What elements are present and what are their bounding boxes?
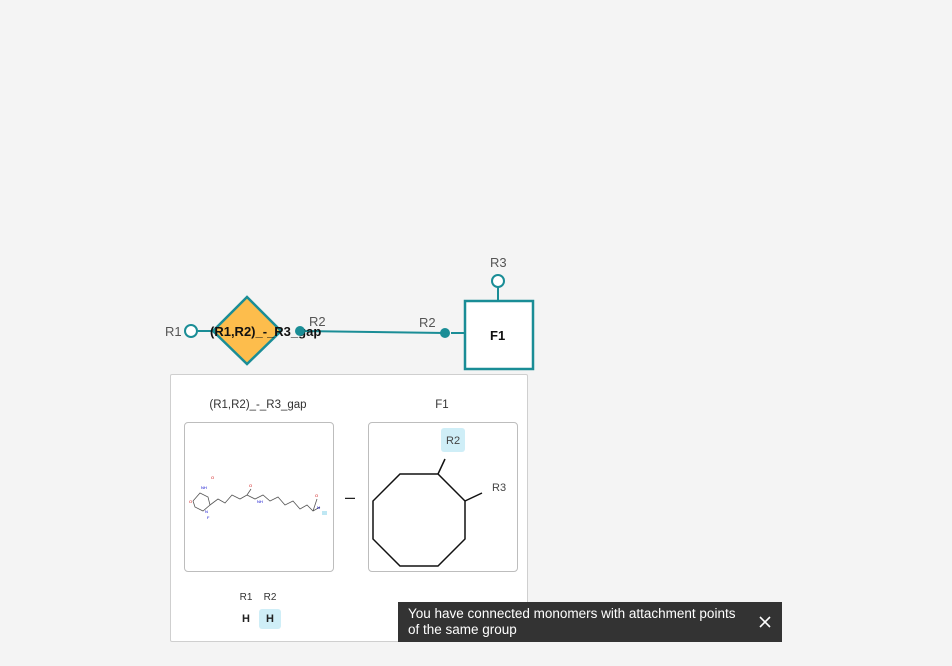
attachment-label-r1: R1 [165,324,182,339]
bond-line[interactable] [299,330,446,334]
structure-r3-label: R3 [492,482,506,494]
attachment-label-r3: R3 [490,255,507,270]
right-monomer-title: F1 [435,399,449,411]
toast-message: You have connected monomers with attachm… [408,606,736,637]
attachment-point-name: R1 [239,592,253,603]
notification-toast: You have connected monomers with attachm… [398,602,782,642]
attachment-point-r1-column[interactable]: R1 H [235,591,257,629]
close-icon[interactable] [756,613,774,631]
svg-text:N: N [317,505,320,510]
monomer-diamond[interactable]: R1 (R1,R2)_-_R3_gap R2 [165,295,326,366]
cyclooctane-drawing: R2 R3 [372,428,506,567]
svg-text:O: O [249,483,252,488]
svg-text:NH: NH [257,499,263,504]
bond-separator: – [345,487,356,507]
attachment-point-r1[interactable] [184,324,198,338]
attachment-point-name: R2 [263,592,277,603]
attachment-label-r2-left: R2 [309,314,326,329]
left-monomer-title: (R1,R2)_-_R3_gap [209,399,307,411]
monomer-square-label: F1 [490,328,505,343]
svg-text:F: F [207,515,210,520]
right-monomer-structure: R2 R3 [368,422,518,572]
attachment-point-r2-right[interactable] [440,328,450,338]
attachment-point-atom: H [242,613,250,625]
attachment-point-r2-column[interactable]: R2 H [259,591,281,629]
svg-text:O: O [189,499,192,504]
svg-text:NH: NH [201,485,207,490]
left-structure-drawing: O NH O N F O NH O N [189,475,327,520]
attachment-point-atom: H [259,609,281,629]
attachment-point-r3[interactable] [491,274,505,288]
structure-r2-label: R2 [446,435,460,447]
attachment-label-r2-right: R2 [419,315,436,330]
left-monomer-structure: O NH O N F O NH O N [184,422,334,572]
monomer-square[interactable]: R3 F1 R2 [419,255,535,371]
attachment-point-r2-left[interactable] [295,326,305,336]
svg-text:O: O [211,475,214,480]
svg-text:N: N [205,509,208,514]
svg-text:O: O [315,493,318,498]
